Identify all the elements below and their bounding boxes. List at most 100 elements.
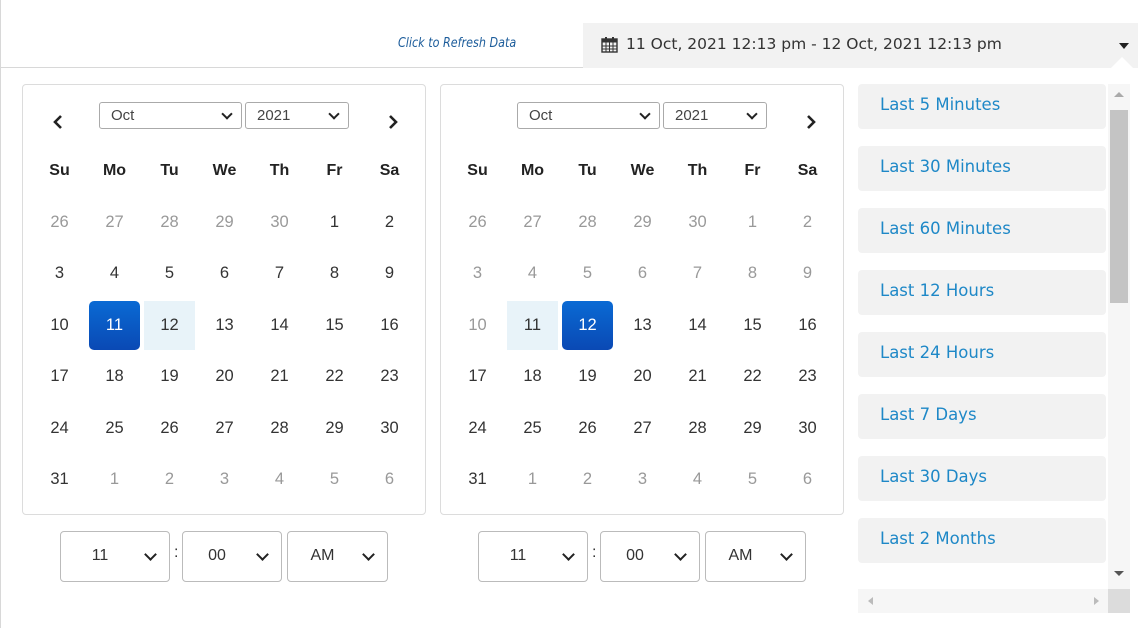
calendar-day[interactable]: 13 [615,300,670,352]
calendar-day[interactable]: 28 [252,403,307,455]
calendar-day[interactable]: 28 [142,197,197,249]
calendar-day[interactable]: 9 [362,248,417,300]
calendar-day[interactable]: 7 [252,248,307,300]
calendar-day[interactable]: 10 [32,300,87,352]
calendar-day[interactable]: 6 [780,454,835,506]
range-option[interactable]: Last 24 Hours [858,332,1106,377]
calendar-day[interactable]: 30 [670,197,725,249]
start-ampm-select[interactable]: AM [287,531,388,582]
calendar-day[interactable]: 5 [725,454,780,506]
scroll-right-arrow-icon[interactable] [1094,597,1099,605]
calendar-day[interactable]: 1 [307,197,362,249]
calendar-day[interactable]: 19 [560,351,615,403]
calendar-day[interactable]: 23 [362,351,417,403]
calendar-day[interactable]: 17 [450,351,505,403]
calendar-day[interactable]: 29 [197,197,252,249]
end-hour-select[interactable]: 11 [478,531,588,582]
calendar-day[interactable]: 9 [780,248,835,300]
calendar-day[interactable]: 15 [725,300,780,352]
calendar-day[interactable]: 3 [615,454,670,506]
calendar-day[interactable]: 1 [725,197,780,249]
calendar-day[interactable]: 3 [450,248,505,300]
calendar-day[interactable]: 14 [670,300,725,352]
end-month-select[interactable]: Oct [517,102,660,129]
calendar-day[interactable]: 29 [615,197,670,249]
next-month-button[interactable] [801,113,821,133]
calendar-day[interactable]: 7 [670,248,725,300]
calendar-day[interactable]: 16 [362,300,417,352]
calendar-day[interactable]: 8 [307,248,362,300]
calendar-day[interactable]: 20 [197,351,252,403]
calendar-day[interactable]: 6 [197,248,252,300]
calendar-day[interactable]: 13 [197,300,252,352]
calendar-day[interactable]: 30 [252,197,307,249]
calendar-day[interactable]: 29 [307,403,362,455]
calendar-day[interactable]: 6 [615,248,670,300]
calendar-day[interactable]: 5 [142,248,197,300]
calendar-day[interactable]: 25 [87,403,142,455]
scroll-up-arrow-icon[interactable] [1114,92,1124,97]
calendar-day[interactable]: 12 [560,300,615,352]
calendar-day[interactable]: 14 [252,300,307,352]
calendar-day[interactable]: 18 [87,351,142,403]
calendar-day[interactable]: 30 [362,403,417,455]
end-minute-select[interactable]: 00 [600,531,700,582]
calendar-day[interactable]: 28 [560,197,615,249]
calendar-day[interactable]: 8 [725,248,780,300]
calendar-day[interactable]: 2 [362,197,417,249]
calendar-day[interactable]: 20 [615,351,670,403]
calendar-day[interactable]: 4 [87,248,142,300]
calendar-day[interactable]: 24 [32,403,87,455]
calendar-day[interactable]: 26 [450,197,505,249]
range-option[interactable]: Last 7 Days [858,394,1106,439]
calendar-day[interactable]: 22 [307,351,362,403]
calendar-day[interactable]: 21 [670,351,725,403]
calendar-day[interactable]: 1 [505,454,560,506]
scroll-left-arrow-icon[interactable] [868,597,873,605]
calendar-day[interactable]: 11 [505,300,560,352]
calendar-day[interactable]: 15 [307,300,362,352]
calendar-day[interactable]: 31 [32,454,87,506]
calendar-day[interactable]: 26 [560,403,615,455]
vertical-scrollbar-thumb[interactable] [1110,110,1128,303]
calendar-day[interactable]: 5 [307,454,362,506]
date-range-picker-toggle[interactable]: 11 Oct, 2021 12:13 pm - 12 Oct, 2021 12:… [583,23,1138,68]
horizontal-scrollbar[interactable] [858,589,1108,613]
range-option[interactable]: Last 60 Minutes [858,208,1106,253]
calendar-day[interactable]: 18 [505,351,560,403]
calendar-day[interactable]: 6 [362,454,417,506]
calendar-day[interactable]: 2 [560,454,615,506]
calendar-day[interactable]: 27 [197,403,252,455]
start-minute-select[interactable]: 00 [182,531,282,582]
calendar-day[interactable]: 10 [450,300,505,352]
next-month-button[interactable] [383,113,403,133]
range-option[interactable]: Last 5 Minutes [858,84,1106,129]
end-ampm-select[interactable]: AM [705,531,806,582]
calendar-day[interactable]: 2 [780,197,835,249]
range-option[interactable]: Last 12 Hours [858,270,1106,315]
calendar-day[interactable]: 3 [197,454,252,506]
calendar-day[interactable]: 27 [87,197,142,249]
refresh-data-link[interactable]: Click to Refresh Data [398,36,516,51]
start-hour-select[interactable]: 11 [60,531,170,582]
calendar-day[interactable]: 4 [670,454,725,506]
calendar-day[interactable]: 27 [615,403,670,455]
calendar-day[interactable]: 25 [505,403,560,455]
calendar-day[interactable]: 26 [142,403,197,455]
calendar-day[interactable]: 28 [670,403,725,455]
calendar-day[interactable]: 21 [252,351,307,403]
start-month-select[interactable]: Oct [99,102,242,129]
calendar-day[interactable]: 11 [87,300,142,352]
calendar-day[interactable]: 4 [252,454,307,506]
scroll-down-arrow-icon[interactable] [1114,571,1124,576]
calendar-day[interactable]: 26 [32,197,87,249]
calendar-day[interactable]: 24 [450,403,505,455]
calendar-day[interactable]: 27 [505,197,560,249]
range-option[interactable]: Last 30 Days [858,456,1106,501]
calendar-day[interactable]: 31 [450,454,505,506]
end-year-select[interactable]: 2021 [663,102,767,129]
start-year-select[interactable]: 2021 [245,102,349,129]
calendar-day[interactable]: 19 [142,351,197,403]
calendar-day[interactable]: 3 [32,248,87,300]
range-option[interactable]: Last 2 Months [858,518,1106,563]
